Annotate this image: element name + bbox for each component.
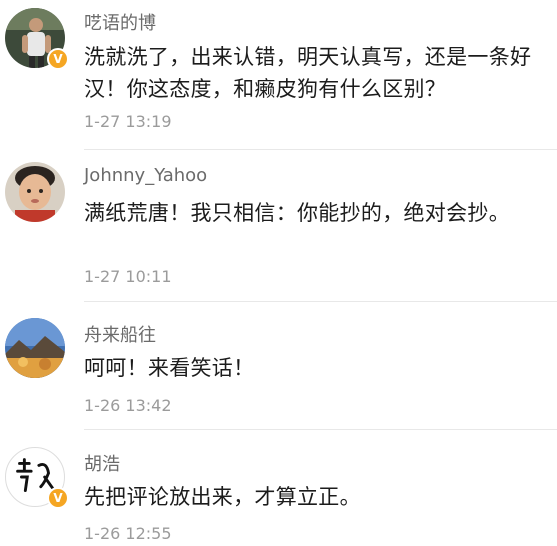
verified-v-icon: V — [47, 487, 69, 509]
comment-item: Johnny_Yahoo 满纸荒唐！我只相信：你能抄的，绝对会抄。 1-27 1… — [0, 150, 557, 302]
avatar[interactable]: V — [5, 447, 69, 509]
comment-username[interactable]: 胡浩 — [84, 450, 120, 476]
comment-item: 舟来船往 呵呵！来看笑话！ 1-26 13:42 — [0, 302, 557, 430]
comment-item: V 呓语的博 洗就洗了，出来认错，明天认真写，还是一条好汉！你这态度，和癞皮狗有… — [0, 0, 557, 150]
verified-v-icon: V — [47, 48, 69, 70]
comment-timestamp: 1-27 10:11 — [84, 267, 172, 286]
avatar[interactable] — [5, 318, 65, 378]
comment-username[interactable]: 呓语的博 — [84, 9, 156, 35]
comment-timestamp: 1-27 13:19 — [84, 112, 172, 131]
comment-text: 先把评论放出来，才算立正。 — [84, 485, 361, 509]
comment-timestamp: 1-26 13:42 — [84, 396, 172, 415]
avatar[interactable]: V — [5, 8, 69, 70]
comment-text: 满纸荒唐！我只相信：你能抄的，绝对会抄。 — [84, 201, 510, 225]
comment-text: 洗就洗了，出来认错，明天认真写，还是一条好汉！你这态度，和癞皮狗有什么区别？ — [84, 45, 532, 101]
comment-username[interactable]: Johnny_Yahoo — [84, 165, 207, 186]
comment-feed: V 呓语的博 洗就洗了，出来认错，明天认真写，还是一条好汉！你这态度，和癞皮狗有… — [0, 0, 557, 546]
comment-timestamp: 1-26 12:55 — [84, 524, 172, 543]
comment-username[interactable]: 舟来船往 — [84, 321, 156, 347]
avatar[interactable] — [5, 162, 65, 222]
comment-item: V 胡浩 先把评论放出来，才算立正。 1-26 12:55 — [0, 430, 557, 546]
comment-text: 呵呵！来看笑话！ — [84, 356, 255, 380]
